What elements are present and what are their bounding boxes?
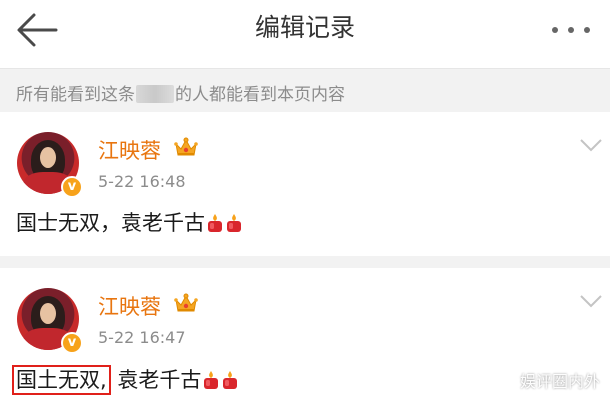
candle-emoji-icon xyxy=(227,214,241,232)
avatar[interactable]: v xyxy=(17,132,83,198)
username[interactable]: 江映蓉 xyxy=(98,291,161,321)
visibility-notice: 所有能看到这条 的人都能看到本页内容 xyxy=(0,68,610,112)
more-dot xyxy=(584,27,590,33)
avatar-face xyxy=(40,147,56,168)
record-content: 国土无双, 袁老千古 xyxy=(12,365,239,395)
timestamp: 5-22 16:47 xyxy=(98,328,186,347)
candle-emoji-icon xyxy=(204,371,219,389)
verified-badge-icon: v xyxy=(61,332,83,354)
more-dots-icon xyxy=(552,27,558,33)
notice-text-before: 所有能看到这条 xyxy=(16,85,135,105)
more-dot xyxy=(568,27,574,33)
crown-icon xyxy=(174,293,198,312)
edit-history-page: 编辑记录 所有能看到这条 的人都能看到本页内容 v 江映蓉 5-22 16:48… xyxy=(0,0,610,404)
crown-icon xyxy=(174,137,198,156)
chevron-down-icon[interactable] xyxy=(580,138,602,152)
candle-emoji-icon xyxy=(223,371,238,389)
top-navigation-bar: 编辑记录 xyxy=(0,0,610,60)
verified-badge-icon: v xyxy=(61,176,83,198)
blurred-text xyxy=(136,85,174,103)
edit-record: v 江映蓉 5-22 16:47 国土无双, 袁老千古 娱评圈内外 xyxy=(0,268,610,404)
back-button[interactable] xyxy=(12,10,60,50)
timestamp: 5-22 16:48 xyxy=(98,172,186,191)
watermark: 娱评圈内外 xyxy=(519,372,600,391)
notice-text-after: 的人都能看到本页内容 xyxy=(175,85,345,105)
more-button[interactable] xyxy=(546,18,596,42)
chevron-down-icon[interactable] xyxy=(580,294,602,308)
username[interactable]: 江映蓉 xyxy=(98,135,161,165)
edit-record: v 江映蓉 5-22 16:48 国士无双，袁老千古 xyxy=(0,112,610,260)
candle-emoji-icon xyxy=(208,214,222,232)
content-text: 国士无双，袁老千古 xyxy=(16,211,205,235)
content-text: 袁老千古 xyxy=(117,368,202,392)
visibility-notice-text: 所有能看到这条 的人都能看到本页内容 xyxy=(16,80,345,105)
page-title: 编辑记录 xyxy=(254,13,355,42)
avatar-face xyxy=(40,303,56,324)
highlighted-text: 国土无双, xyxy=(12,365,111,395)
avatar[interactable]: v xyxy=(17,288,83,354)
record-separator xyxy=(0,256,610,268)
record-content: 国士无双，袁老千古 xyxy=(16,209,243,239)
arrow-left-icon xyxy=(17,13,58,47)
